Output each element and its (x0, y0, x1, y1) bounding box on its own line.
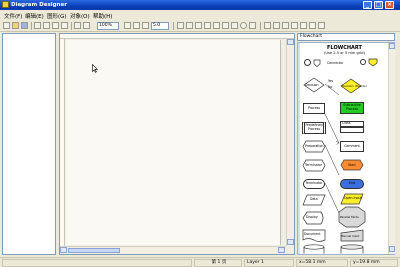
menu-object[interactable]: 对象(O) (70, 12, 90, 20)
connector-small-shape[interactable] (360, 59, 366, 65)
redo-icon[interactable] (83, 22, 90, 29)
vertical-ruler (60, 39, 65, 246)
status-bar: 第 1 页 Layer 1 x=58.1 mm y=19.8 mm (0, 257, 400, 267)
status-x-coordinate: x=58.1 mm (296, 259, 348, 267)
undo-icon[interactable] (74, 22, 81, 29)
parallel-mode-label: Parallel Mode (340, 215, 359, 219)
zoom-in-icon[interactable] (124, 22, 131, 29)
stencil-scrollbar[interactable] (388, 43, 395, 254)
decision-label: Decision (305, 83, 319, 87)
open-input-label: Open Input (344, 196, 362, 200)
process-shape[interactable]: Process (303, 103, 325, 114)
open-icon[interactable] (12, 22, 19, 29)
horizontal-ruler (60, 34, 294, 39)
stencil-select[interactable]: Flowchart (297, 33, 395, 41)
scroll-down-icon[interactable] (287, 239, 294, 245)
close-button[interactable]: × (385, 1, 394, 9)
page-shadow (280, 40, 281, 245)
connector-icon[interactable] (204, 22, 211, 29)
connector-pentagon-shape[interactable] (313, 59, 321, 67)
status-layer: Layer 1 (244, 259, 294, 267)
group-icon[interactable] (309, 22, 316, 29)
stencil-scroll-up-icon[interactable] (389, 43, 395, 49)
end-shape[interactable]: End (340, 179, 364, 189)
vertical-scrollbar[interactable] (286, 39, 294, 246)
ellipse-icon[interactable] (240, 22, 247, 29)
drawing-canvas[interactable] (59, 33, 295, 255)
manual-operation-shape[interactable] (340, 244, 364, 254)
terminator-rounded-shape[interactable]: Terminator (303, 179, 325, 189)
stencil-panel: Flowchart FLOWCHART (Use 2.5 or 5 mm gri… (297, 33, 397, 255)
chart-icon[interactable] (273, 22, 280, 29)
scroll-right-icon[interactable] (278, 247, 285, 253)
status-message (2, 259, 192, 267)
menu-bar: 文件(F) 编辑(E) 图形(G) 对象(O) 帮助(H) (0, 10, 400, 20)
document-label: Document (304, 232, 321, 236)
rectangle-icon[interactable] (231, 22, 238, 29)
cut-icon[interactable] (34, 22, 41, 29)
manual-input-label: Manual Input (341, 234, 360, 238)
window-title: Diagram Designer (11, 1, 67, 8)
status-page: 第 1 页 (194, 259, 242, 267)
page-list-panel[interactable] (2, 33, 56, 255)
connector-label: Connector (327, 61, 344, 65)
predefined-process-shape[interactable]: Predefined Process (302, 122, 326, 134)
drawing-page[interactable] (66, 40, 280, 245)
grid-icon[interactable] (142, 22, 149, 29)
data-label: Data (310, 197, 318, 201)
minimize-button[interactable]: _ (363, 1, 372, 9)
magnetic-disk-shape[interactable] (303, 244, 325, 254)
copy-icon[interactable] (43, 22, 50, 29)
flow-arrows-icon (324, 83, 340, 214)
menu-graphics[interactable]: 图形(G) (47, 12, 67, 20)
maximize-button[interactable]: □ (374, 1, 383, 9)
zoom-out-icon[interactable] (133, 22, 140, 29)
select-icon[interactable] (177, 22, 184, 29)
stencil-subtitle: (Use 2.5 or 5 mm grid) (324, 51, 365, 55)
text-icon[interactable] (222, 22, 229, 29)
connector-circle-shape[interactable] (304, 59, 311, 66)
class-body-shape[interactable] (340, 127, 364, 133)
stencil-scroll-down-icon[interactable] (389, 246, 395, 252)
display-label: Display (306, 215, 318, 219)
offpage-connector-shape[interactable] (368, 58, 378, 67)
comment-shape[interactable]: Comment (340, 141, 364, 152)
stencil-palette[interactable]: FLOWCHART (Use 2.5 or 5 mm grid) Connect… (300, 43, 389, 254)
line-icon[interactable] (186, 22, 193, 29)
subroutine-process-shape[interactable]: Subroutine Process (340, 102, 364, 114)
horizontal-scrollbar[interactable] (60, 246, 286, 254)
scroll-left-icon[interactable] (60, 247, 67, 253)
menu-edit[interactable]: 编辑(E) (25, 12, 44, 20)
status-y-coordinate: y=19.8 mm (350, 259, 398, 267)
start-label: Start (348, 163, 356, 167)
image-icon[interactable] (264, 22, 271, 29)
table-icon[interactable] (282, 22, 289, 29)
arrow-right-icon[interactable] (318, 22, 325, 29)
app-icon (2, 1, 9, 8)
layer-icon[interactable] (300, 22, 307, 29)
new-icon[interactable] (3, 22, 10, 29)
grid-size-combo[interactable]: 5.0 (151, 22, 169, 30)
curve-icon[interactable] (213, 22, 220, 29)
delete-icon[interactable] (61, 22, 68, 29)
menu-help[interactable]: 帮助(H) (93, 12, 112, 20)
paste-icon[interactable] (52, 22, 59, 29)
save-icon[interactable] (21, 22, 28, 29)
menu-file[interactable]: 文件(F) (4, 12, 22, 20)
diamond-icon[interactable] (249, 22, 256, 29)
toolbar: 100% 5.0 (0, 20, 400, 32)
preparation-label: Preparation (305, 144, 324, 148)
terminator-label: Terminator (305, 163, 323, 167)
scroll-up-icon[interactable] (287, 39, 294, 45)
decision-yellow-label: Decision (Decide) (342, 84, 367, 88)
title-bar: Diagram Designer _ □ × (0, 0, 400, 10)
align-icon[interactable] (291, 22, 298, 29)
mouse-cursor-icon (92, 64, 98, 73)
zoom-combo[interactable]: 100% (97, 22, 119, 30)
horizontal-scroll-thumb[interactable] (68, 248, 120, 253)
arrow-line-icon[interactable] (195, 22, 202, 29)
stencil-area: FLOWCHART (Use 2.5 or 5 mm grid) Connect… (297, 42, 395, 255)
